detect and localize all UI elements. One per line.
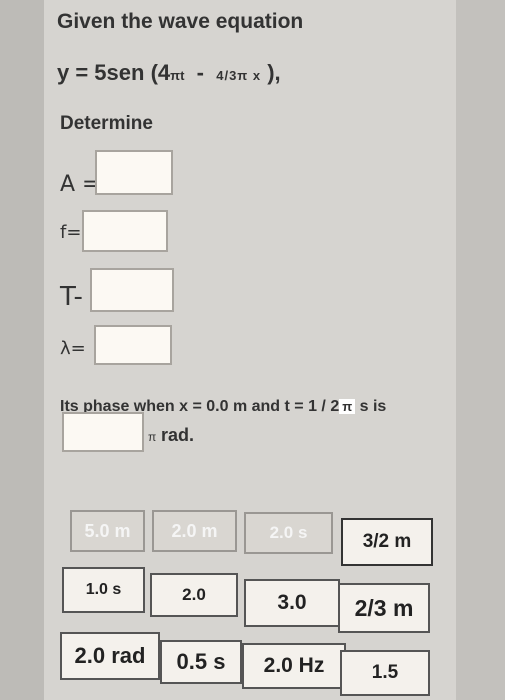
answer-chip-2-3-m[interactable]: 2/3 m xyxy=(338,583,430,633)
equation-minus: - xyxy=(196,60,204,85)
phase-input[interactable] xyxy=(62,412,144,452)
equation-lhs: y = 5sen xyxy=(57,60,145,85)
wave-equation: y = 5sen (4πt - 4/3π x ), xyxy=(57,60,281,86)
answer-chip-2-0-m[interactable]: 2.0 m xyxy=(152,510,237,552)
answer-chip-5-0-m[interactable]: 5.0 m xyxy=(70,510,145,552)
phase-text-b: s is xyxy=(359,398,387,415)
equation-k: 4/3π x xyxy=(216,68,262,83)
phase-pi: π xyxy=(339,399,356,414)
answer-chip-2-0-hz[interactable]: 2.0 Hz xyxy=(242,643,346,689)
period-label: T- xyxy=(60,282,83,312)
frequency-label: f= xyxy=(60,222,82,243)
period-input[interactable] xyxy=(90,268,174,312)
frequency-input[interactable] xyxy=(82,210,168,252)
answer-chip-1-0-s[interactable]: 1.0 s xyxy=(62,567,145,613)
answer-chip-0-5-s[interactable]: 0.5 s xyxy=(160,640,242,684)
wavelength-input[interactable] xyxy=(94,325,172,365)
equation-open: (4 xyxy=(150,60,171,85)
question-title: Given the wave equation xyxy=(57,10,304,33)
determine-heading: Determine xyxy=(60,113,153,134)
answer-chip-1-5[interactable]: 1.5 xyxy=(340,650,430,696)
equation-pi-t: πt xyxy=(170,68,185,83)
phase-unit-pi: π xyxy=(148,430,157,444)
right-margin xyxy=(456,0,505,700)
phase-unit-rad: rad. xyxy=(161,425,195,445)
equation-close: ), xyxy=(267,60,281,85)
answer-chip-2-0-s[interactable]: 2.0 s xyxy=(244,512,333,554)
answer-chip-3-2-m[interactable]: 3/2 m xyxy=(341,518,433,566)
phase-unit: π rad. xyxy=(148,425,194,446)
amplitude-input[interactable] xyxy=(95,150,173,195)
answer-chip-2-0[interactable]: 2.0 xyxy=(150,573,238,617)
answer-chip-3-0[interactable]: 3.0 xyxy=(244,579,340,627)
answer-chip-2-0-rad[interactable]: 2.0 rad xyxy=(60,632,160,680)
left-margin xyxy=(0,0,44,700)
wavelength-label: λ= xyxy=(60,338,86,359)
